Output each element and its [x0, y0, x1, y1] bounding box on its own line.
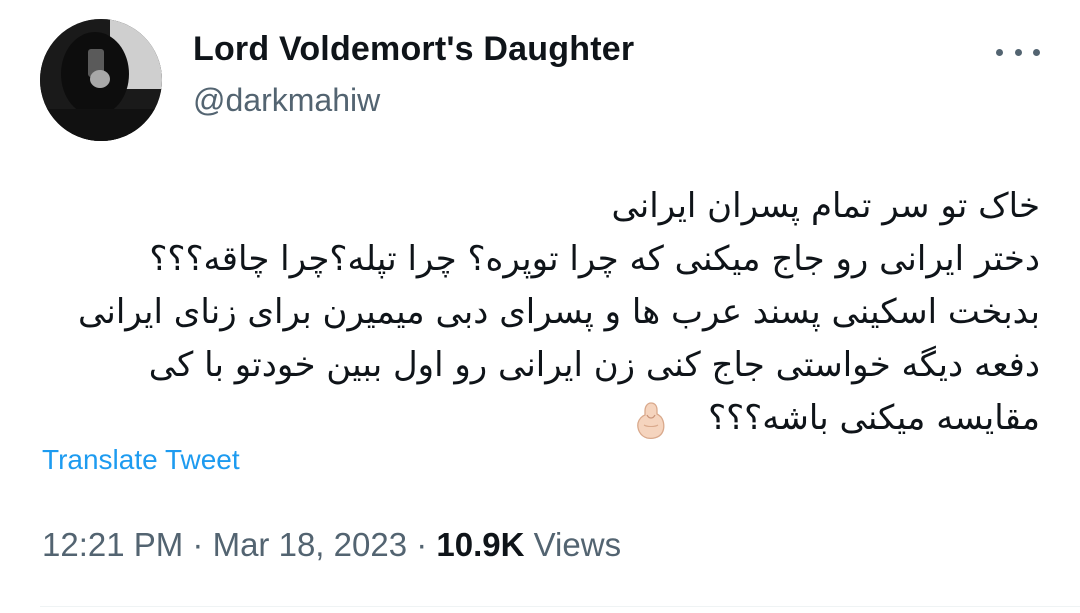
views-label: Views — [533, 526, 622, 563]
divider — [40, 606, 1080, 607]
display-name[interactable]: Lord Voldemort's Daughter — [193, 30, 634, 69]
translate-tweet-link[interactable]: Translate Tweet — [42, 444, 240, 476]
tweet-text-line: مقایسه میکنی باشه؟؟؟ — [708, 398, 1040, 438]
tweet-time[interactable]: 12:21 PM — [42, 526, 183, 563]
tweet-text-line: دفعه دیگه خواستی جاج کنی زن ایرانی رو او… — [148, 345, 1040, 385]
tweet-text-line-last: مقایسه میکنی باشه؟؟؟ — [40, 392, 1040, 445]
tweet-date[interactable]: Mar 18, 2023 — [213, 526, 407, 563]
tweet-meta: 12:21 PM · Mar 18, 2023 · 10.9K Views — [42, 526, 621, 564]
more-dot — [996, 48, 1003, 56]
avatar-photo — [40, 19, 162, 141]
user-handle[interactable]: @darkmahiw — [193, 82, 380, 119]
meta-separator: · — [416, 526, 428, 563]
meta-separator: · — [192, 526, 204, 563]
tweet-text-line: خاک تو سر تمام پسران ایرانی — [611, 186, 1040, 226]
more-dot — [1014, 48, 1022, 56]
more-dot — [1033, 48, 1040, 56]
views-count[interactable]: 10.9K — [436, 526, 524, 563]
tweet-text-line: دختر ایرانی رو جاج میکنی که چرا توپره؟ چ… — [149, 239, 1040, 279]
avatar[interactable] — [40, 19, 162, 141]
tweet-text-line: بدبخت اسکینی پسند عرب ها و پسرای دبی میم… — [78, 292, 1040, 332]
more-options-icon[interactable] — [996, 38, 1040, 66]
pinched-fingers-icon — [630, 399, 672, 441]
tweet-text: خاک تو سر تمام پسران ایرانی دختر ایرانی … — [40, 180, 1040, 445]
